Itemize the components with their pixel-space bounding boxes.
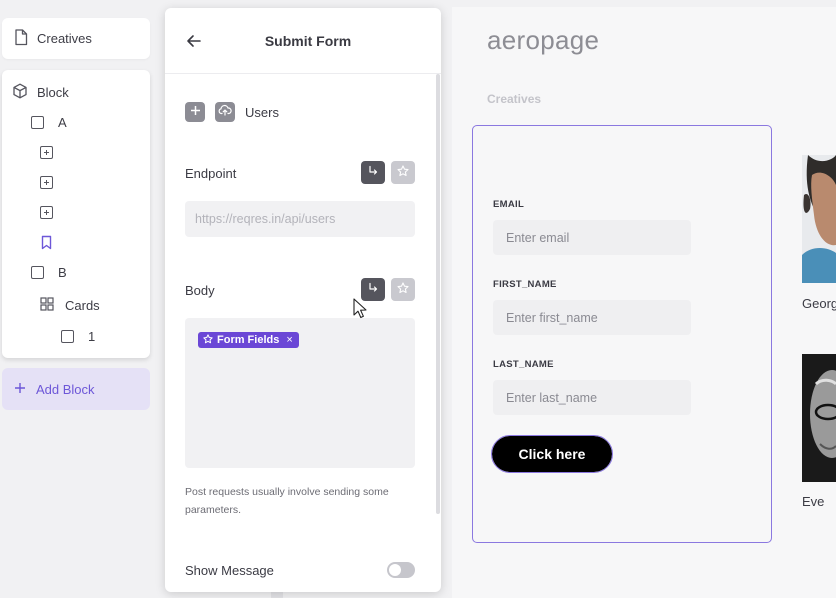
endpoint-label: Endpoint [185,166,237,181]
body-hint: Post requests usually involve sending so… [185,486,389,516]
tree-item-a[interactable]: A [31,115,67,130]
tree-item-bookmark[interactable] [40,235,53,253]
tree-label-b: B [58,265,67,280]
star-icon [397,281,409,299]
checkbox-icon[interactable] [31,266,44,279]
block-tree-card: Block A B Cards 1 [2,70,150,358]
form-block[interactable]: EMAIL Enter email FIRST_NAME Enter first… [472,125,772,543]
show-message-label: Show Message [185,563,274,578]
submit-form-panel: Submit Form Users Endpoint https://reqre… [165,8,441,592]
tree-label-a: A [58,115,67,130]
endpoint-input[interactable]: https://reqres.in/api/users [185,201,415,237]
tree-item-cards[interactable]: Cards [40,297,100,314]
first-name-label: FIRST_NAME [493,279,557,290]
tree-label-cards: Cards [65,298,100,313]
breadcrumb[interactable]: Creatives [487,92,541,106]
tree-item-add-2[interactable] [40,176,53,189]
endpoint-favorite-button[interactable] [391,161,415,184]
last-name-label: LAST_NAME [493,359,554,370]
bookmark-icon [40,235,53,253]
body-label: Body [185,283,215,298]
chip-remove-button[interactable]: × [286,334,292,346]
star-icon [397,164,409,182]
plus-square-icon[interactable] [40,146,53,159]
checkbox-icon[interactable] [61,330,74,343]
person-photo [802,354,836,482]
email-label: EMAIL [493,199,525,210]
mouse-cursor-icon [353,298,367,325]
cube-icon [12,83,28,102]
plus-icon [190,103,201,121]
cloud-upload-icon [218,103,232,121]
show-message-toggle[interactable] [387,562,415,578]
toggle-knob [389,564,401,576]
panel-scrollbar[interactable] [436,74,440,514]
chip-label: Form Fields [217,334,280,346]
tree-item-1[interactable]: 1 [61,329,95,344]
grid-icon [40,297,54,314]
click-here-button[interactable]: Click here [491,435,613,473]
last-name-field[interactable]: Enter last_name [493,380,691,415]
data-source-label: Users [245,105,279,120]
tree-label-1: 1 [88,329,96,344]
plus-icon [14,382,26,397]
tree-item-add-1[interactable] [40,146,53,159]
creatives-label: Creatives [37,31,92,46]
corner-down-right-icon [367,281,379,299]
add-block-label: Add Block [36,381,95,397]
add-block-button[interactable]: Add Block [2,368,150,410]
tree-item-add-3[interactable] [40,206,53,219]
creatives-page-item[interactable]: Creatives [2,18,150,59]
person-photo [802,155,836,283]
body-favorite-button[interactable] [391,278,415,301]
corner-down-right-icon [367,164,379,182]
panel-header: Submit Form [165,8,441,74]
first-name-field[interactable]: Enter first_name [493,300,691,335]
email-field[interactable]: Enter email [493,220,691,255]
tree-item-b[interactable]: B [31,265,67,280]
checkbox-icon[interactable] [31,116,44,129]
plus-square-icon[interactable] [40,206,53,219]
document-icon [14,28,28,49]
star-icon [203,333,213,347]
brand-logo: aeropage [487,25,600,55]
plus-square-icon[interactable] [40,176,53,189]
tree-item-block[interactable]: Block [12,83,69,102]
body-input[interactable]: Form Fields × [185,318,415,468]
form-fields-chip[interactable]: Form Fields × [198,332,299,348]
endpoint-link-button[interactable] [361,161,385,184]
person-name: Eve [802,494,825,509]
add-data-button[interactable] [185,102,205,122]
panel-title: Submit Form [264,33,352,49]
person-name: George [802,296,836,311]
tree-label-block: Block [37,85,69,100]
upload-button[interactable] [215,102,235,122]
